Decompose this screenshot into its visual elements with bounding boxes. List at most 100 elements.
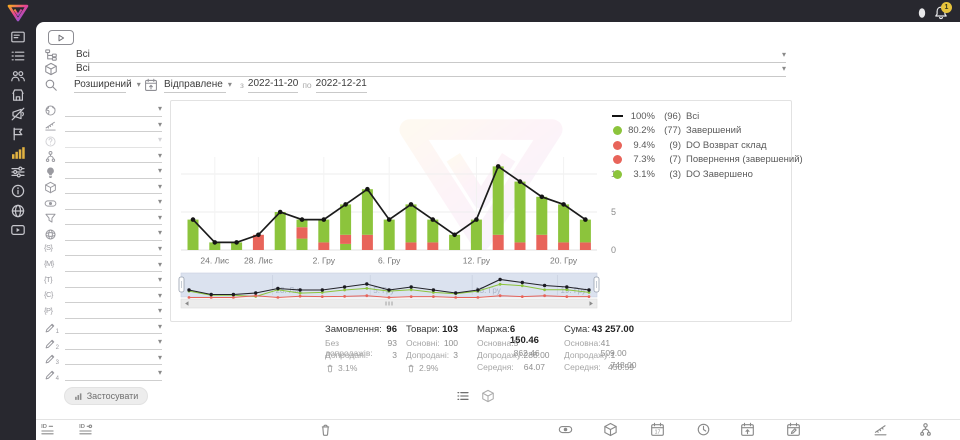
filter-row-products: Всі ▾ xyxy=(44,62,786,76)
legend-label: Всі xyxy=(686,111,699,122)
stat-sub-row: Допродажу:1 748.00 xyxy=(564,350,634,362)
sidebar-item-flag-icon[interactable] xyxy=(10,126,26,142)
stat-title: Замовлення: xyxy=(325,324,382,338)
filter-select[interactable]: ▾ xyxy=(65,351,162,365)
filter-select[interactable]: ▾ xyxy=(65,165,162,179)
sidebar-item-sliders-icon[interactable] xyxy=(10,164,26,180)
stat-sub-label: Середня: xyxy=(477,362,514,374)
source-select[interactable]: Всі ▾ xyxy=(76,48,786,63)
filter-select[interactable]: ▾ xyxy=(65,149,162,163)
stat-sub-label: Допродажу: xyxy=(477,350,524,362)
stat-column: Товари:103Основні:100Допродані:32.9% xyxy=(406,324,458,374)
toolbar-calendar-17-icon[interactable]: 17 xyxy=(650,422,665,437)
stat-sub-row: Середня: 64.07 xyxy=(477,362,545,374)
filter-select[interactable]: ▾ xyxy=(65,180,162,194)
toolbar-cup-icon[interactable] xyxy=(318,422,333,437)
toolbar-id-lines-icon[interactable]: ID xyxy=(40,422,55,437)
legend-label: DO Возврат склад xyxy=(686,140,767,151)
date-field-select[interactable]: Відправлене ▾ xyxy=(164,78,226,93)
sidebar-item-globe-icon[interactable] xyxy=(10,203,26,219)
filter-panel-row-hierarchy: ▾ xyxy=(44,150,162,163)
brush-scrollbar[interactable] xyxy=(181,299,597,308)
legend-item[interactable]: 100%(96)Всі xyxy=(611,109,787,124)
legend-count: (7) xyxy=(655,154,681,165)
brush-handle-right[interactable] xyxy=(594,277,599,292)
filter-panel-row-globe-grid: ▾ xyxy=(44,228,162,241)
filter-select[interactable]: ▾ xyxy=(65,305,162,319)
chevron-down-icon: ▾ xyxy=(137,81,141,89)
sidebar-item-store-icon[interactable] xyxy=(10,87,26,103)
sidebar-item-megaphone-off-icon[interactable] xyxy=(10,106,26,122)
chevron-down-icon: ▾ xyxy=(158,292,162,300)
filter-select[interactable]: ▾ xyxy=(65,274,162,288)
app-logo-icon[interactable] xyxy=(6,3,30,23)
date-to-input[interactable]: 2022-12-21 xyxy=(316,78,367,93)
filter-select[interactable]: ▾ xyxy=(65,320,162,334)
filter-select[interactable]: ▾ xyxy=(65,103,162,117)
legend-dot-swatch xyxy=(611,126,623,135)
legend-dot-swatch xyxy=(611,141,623,150)
sidebar-item-bar-chart-icon[interactable] xyxy=(10,145,26,161)
apply-button[interactable]: Застосувати xyxy=(64,387,148,405)
chevron-down-icon: ▾ xyxy=(158,245,162,253)
sidebar-item-info-icon[interactable] xyxy=(10,183,26,199)
filter-select[interactable]: ▾ xyxy=(65,242,162,256)
app-root: 1 Всі ▾ Всі ▾ Розширений ▾ Відправлене ▾… xyxy=(0,0,960,440)
filter-panel-row-bracket-11: {T}▾ xyxy=(44,275,162,288)
filter-select[interactable]: ▾ xyxy=(65,258,162,272)
legend-item[interactable]: 80.2%(77)Завершений xyxy=(611,124,787,139)
filter-panel-row-question: ▾ xyxy=(44,135,162,148)
legend-item[interactable]: 9.4%(9)DO Возврат склад xyxy=(611,138,787,153)
brush-handle-left[interactable] xyxy=(179,277,184,292)
stat-column: Сума:43 257.00Основна:41 509.00Допродажу… xyxy=(564,324,634,374)
filter-panel-row-package: ▾ xyxy=(44,181,162,194)
pencil-1-icon: 1 xyxy=(44,321,57,334)
toolbar-id-link-icon[interactable]: ID xyxy=(78,422,93,437)
filter-select[interactable]: ▾ xyxy=(65,211,162,225)
search-icon xyxy=(44,78,58,92)
toolbar-package-icon[interactable] xyxy=(603,422,618,437)
sidebar-item-list-icon[interactable] xyxy=(10,48,26,64)
toolbar-calendar-up-icon[interactable] xyxy=(740,422,755,437)
legend-item[interactable]: 7.3%(7)Повернення (завершений) xyxy=(611,153,787,168)
filter-select[interactable]: ▾ xyxy=(65,289,162,303)
legend-item[interactable]: 3.1%(3)DO Завершено xyxy=(611,167,787,182)
legend-label: Повернення (завершений) xyxy=(686,154,803,165)
stat-sub-value: 64.07 xyxy=(524,362,545,374)
sidebar-item-card-icon[interactable] xyxy=(10,29,26,45)
video-help-button[interactable] xyxy=(48,30,74,45)
eye-pill-icon xyxy=(44,197,57,210)
stat-title: Маржа: xyxy=(477,324,510,338)
legend-percent: 100% xyxy=(623,111,655,122)
stat-sub-value: 5 862.46 xyxy=(514,338,545,350)
view-toggle-list-icon[interactable] xyxy=(456,389,470,403)
date-from-input[interactable]: 2022-11-20 xyxy=(248,78,298,93)
view-toggle-package-icon[interactable] xyxy=(481,389,495,403)
lamp-icon[interactable] xyxy=(914,5,930,21)
stat-sub-value: 450.59 xyxy=(608,362,634,374)
search-mode-select[interactable]: Розширений ▾ xyxy=(74,78,126,93)
stat-title: Сума: xyxy=(564,324,590,338)
sidebar-item-users-icon[interactable] xyxy=(10,68,26,84)
stat-column: Маржа:6 150.46Основна:5 862.46Допродажу:… xyxy=(477,324,545,374)
filter-select[interactable]: ▾ xyxy=(65,336,162,350)
stat-sub-value: 3 xyxy=(392,350,397,362)
toolbar-hierarchy-icon[interactable] xyxy=(918,422,933,437)
filter-select[interactable]: ▾ xyxy=(65,196,162,210)
filter-select[interactable]: ▾ xyxy=(65,367,162,381)
svg-text:2. Гру: 2. Гру xyxy=(313,256,336,266)
products-select-value: Всі xyxy=(76,63,90,74)
products-select[interactable]: Всі ▾ xyxy=(76,62,786,77)
sidebar-item-play-box-icon[interactable] xyxy=(10,222,26,238)
filter-select[interactable]: ▾ xyxy=(65,118,162,132)
legend-count: (77) xyxy=(655,125,681,136)
toolbar-clock-icon[interactable] xyxy=(696,422,711,437)
stat-sub-row: Без допродажів:93 xyxy=(325,338,397,350)
filter-select[interactable]: ▾ xyxy=(65,227,162,241)
toolbar-eye-pill-icon[interactable] xyxy=(558,422,573,437)
toolbar-ruler-icon[interactable] xyxy=(873,422,888,437)
stat-sub-row: Середня:450.59 xyxy=(564,362,634,374)
search-mode-value: Розширений xyxy=(74,79,132,90)
toolbar-calendar-pen-icon[interactable] xyxy=(786,422,801,437)
stat-value: 96 xyxy=(386,324,397,338)
